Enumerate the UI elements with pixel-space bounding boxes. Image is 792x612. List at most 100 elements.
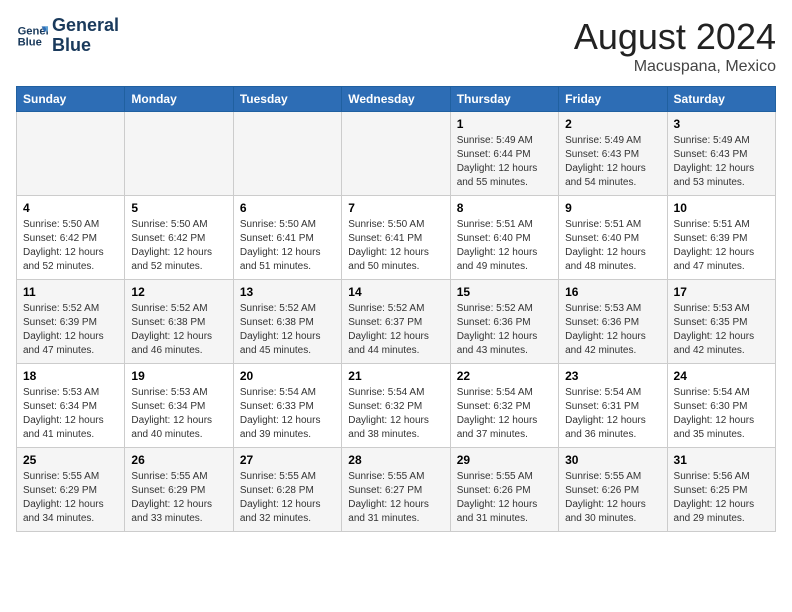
day-info: Sunrise: 5:53 AMSunset: 6:36 PMDaylight:… — [565, 302, 660, 358]
logo: General Blue General Blue — [16, 16, 119, 56]
calendar-cell: 4 Sunrise: 5:50 AMSunset: 6:42 PMDaylight… — [17, 196, 125, 280]
calendar-cell: 13 Sunrise: 5:52 AMSunset: 6:38 PMDayligh… — [233, 280, 341, 364]
day-number: 8 — [457, 201, 552, 215]
calendar-cell: 9 Sunrise: 5:51 AMSunset: 6:40 PMDaylight… — [559, 196, 667, 280]
day-number: 12 — [131, 285, 226, 299]
calendar-cell — [125, 112, 233, 196]
day-number: 30 — [565, 453, 660, 467]
calendar-cell: 31 Sunrise: 5:56 AMSunset: 6:25 PMDayligh… — [667, 448, 775, 532]
calendar-cell: 14Sunrise: 5:52 AMSunset: 6:37 PMDayligh… — [342, 280, 450, 364]
subtitle: Macuspana, Mexico — [574, 58, 776, 76]
day-info: Sunrise: 5:50 AMSunset: 6:41 PMDaylight:… — [348, 218, 443, 274]
calendar-cell: 20 Sunrise: 5:54 AMSunset: 6:33 PMDayligh… — [233, 364, 341, 448]
day-number: 18 — [23, 369, 118, 383]
calendar-cell: 27Sunrise: 5:55 AMSunset: 6:28 PMDayligh… — [233, 448, 341, 532]
day-info: Sunrise: 5:50 AMSunset: 6:42 PMDaylight:… — [131, 218, 226, 274]
day-number: 26 — [131, 453, 226, 467]
calendar-cell: 21Sunrise: 5:54 AMSunset: 6:32 PMDayligh… — [342, 364, 450, 448]
day-number: 19 — [131, 369, 226, 383]
main-title: August 2024 — [574, 16, 776, 58]
day-number: 13 — [240, 285, 335, 299]
day-header-monday: Monday — [125, 87, 233, 112]
calendar-cell: 15Sunrise: 5:52 AMSunset: 6:36 PMDayligh… — [450, 280, 558, 364]
calendar-cell: 29 Sunrise: 5:55 AMSunset: 6:26 PMDayligh… — [450, 448, 558, 532]
day-info: Sunrise: 5:55 AMSunset: 6:26 PMDaylight:… — [457, 470, 552, 526]
day-info: Sunrise: 5:52 AMSunset: 6:38 PMDaylight:… — [240, 302, 335, 358]
calendar-table: SundayMondayTuesdayWednesdayThursdayFrid… — [16, 86, 776, 532]
day-number: 9 — [565, 201, 660, 215]
calendar-cell — [17, 112, 125, 196]
day-info: Sunrise: 5:55 AMSunset: 6:29 PMDaylight:… — [23, 470, 118, 526]
day-number: 7 — [348, 201, 443, 215]
logo-icon: General Blue — [16, 20, 48, 52]
day-info: Sunrise: 5:50 AMSunset: 6:42 PMDaylight:… — [23, 218, 118, 274]
calendar-cell: 25Sunrise: 5:55 AMSunset: 6:29 PMDayligh… — [17, 448, 125, 532]
day-number: 28 — [348, 453, 443, 467]
title-area: August 2024 Macuspana, Mexico — [574, 16, 776, 76]
calendar-week-row: 4 Sunrise: 5:50 AMSunset: 6:42 PMDaylight… — [17, 196, 776, 280]
day-info: Sunrise: 5:51 AMSunset: 6:40 PMDaylight:… — [565, 218, 660, 274]
calendar-week-row: 18 Sunrise: 5:53 AMSunset: 6:34 PMDayligh… — [17, 364, 776, 448]
day-number: 20 — [240, 369, 335, 383]
calendar-cell: 3 Sunrise: 5:49 AMSunset: 6:43 PMDaylight… — [667, 112, 775, 196]
day-number: 17 — [674, 285, 769, 299]
calendar-week-row: 1 Sunrise: 5:49 AMSunset: 6:44 PMDaylight… — [17, 112, 776, 196]
calendar-cell: 26Sunrise: 5:55 AMSunset: 6:29 PMDayligh… — [125, 448, 233, 532]
calendar-cell: 24 Sunrise: 5:54 AMSunset: 6:30 PMDayligh… — [667, 364, 775, 448]
calendar-cell: 22 Sunrise: 5:54 AMSunset: 6:32 PMDayligh… — [450, 364, 558, 448]
day-header-sunday: Sunday — [17, 87, 125, 112]
day-info: Sunrise: 5:53 AMSunset: 6:34 PMDaylight:… — [131, 386, 226, 442]
calendar-cell: 19 Sunrise: 5:53 AMSunset: 6:34 PMDayligh… — [125, 364, 233, 448]
header: General Blue General Blue August 2024 Ma… — [16, 16, 776, 76]
day-info: Sunrise: 5:50 AMSunset: 6:41 PMDaylight:… — [240, 218, 335, 274]
calendar-cell: 8Sunrise: 5:51 AMSunset: 6:40 PMDaylight… — [450, 196, 558, 280]
day-info: Sunrise: 5:54 AMSunset: 6:32 PMDaylight:… — [348, 386, 443, 442]
calendar-cell: 10Sunrise: 5:51 AMSunset: 6:39 PMDayligh… — [667, 196, 775, 280]
calendar-cell: 30 Sunrise: 5:55 AMSunset: 6:26 PMDayligh… — [559, 448, 667, 532]
day-info: Sunrise: 5:54 AMSunset: 6:30 PMDaylight:… — [674, 386, 769, 442]
day-info: Sunrise: 5:54 AMSunset: 6:32 PMDaylight:… — [457, 386, 552, 442]
day-info: Sunrise: 5:49 AMSunset: 6:43 PMDaylight:… — [565, 134, 660, 190]
calendar-cell: 18 Sunrise: 5:53 AMSunset: 6:34 PMDayligh… — [17, 364, 125, 448]
day-number: 5 — [131, 201, 226, 215]
day-info: Sunrise: 5:54 AMSunset: 6:33 PMDaylight:… — [240, 386, 335, 442]
day-info: Sunrise: 5:53 AMSunset: 6:34 PMDaylight:… — [23, 386, 118, 442]
calendar-body: 1 Sunrise: 5:49 AMSunset: 6:44 PMDaylight… — [17, 112, 776, 532]
day-number: 3 — [674, 117, 769, 131]
calendar-cell: 12 Sunrise: 5:52 AMSunset: 6:38 PMDayligh… — [125, 280, 233, 364]
day-header-wednesday: Wednesday — [342, 87, 450, 112]
day-number: 11 — [23, 285, 118, 299]
day-number: 6 — [240, 201, 335, 215]
day-number: 1 — [457, 117, 552, 131]
day-info: Sunrise: 5:52 AMSunset: 6:36 PMDaylight:… — [457, 302, 552, 358]
day-header-friday: Friday — [559, 87, 667, 112]
day-info: Sunrise: 5:53 AMSunset: 6:35 PMDaylight:… — [674, 302, 769, 358]
svg-text:Blue: Blue — [18, 36, 42, 48]
day-info: Sunrise: 5:49 AMSunset: 6:44 PMDaylight:… — [457, 134, 552, 190]
calendar-cell: 5 Sunrise: 5:50 AMSunset: 6:42 PMDaylight… — [125, 196, 233, 280]
day-info: Sunrise: 5:52 AMSunset: 6:38 PMDaylight:… — [131, 302, 226, 358]
day-number: 29 — [457, 453, 552, 467]
day-info: Sunrise: 5:55 AMSunset: 6:26 PMDaylight:… — [565, 470, 660, 526]
calendar-week-row: 11 Sunrise: 5:52 AMSunset: 6:39 PMDayligh… — [17, 280, 776, 364]
day-number: 4 — [23, 201, 118, 215]
day-number: 31 — [674, 453, 769, 467]
day-info: Sunrise: 5:56 AMSunset: 6:25 PMDaylight:… — [674, 470, 769, 526]
calendar-cell: 28 Sunrise: 5:55 AMSunset: 6:27 PMDayligh… — [342, 448, 450, 532]
calendar-cell: 16Sunrise: 5:53 AMSunset: 6:36 PMDayligh… — [559, 280, 667, 364]
calendar-cell: 2 Sunrise: 5:49 AMSunset: 6:43 PMDaylight… — [559, 112, 667, 196]
calendar-header-row: SundayMondayTuesdayWednesdayThursdayFrid… — [17, 87, 776, 112]
calendar-cell: 17 Sunrise: 5:53 AMSunset: 6:35 PMDayligh… — [667, 280, 775, 364]
logo-text: General Blue — [52, 16, 119, 56]
day-header-tuesday: Tuesday — [233, 87, 341, 112]
calendar-cell: 7 Sunrise: 5:50 AMSunset: 6:41 PMDaylight… — [342, 196, 450, 280]
calendar-cell — [342, 112, 450, 196]
day-number: 22 — [457, 369, 552, 383]
day-info: Sunrise: 5:52 AMSunset: 6:37 PMDaylight:… — [348, 302, 443, 358]
day-info: Sunrise: 5:52 AMSunset: 6:39 PMDaylight:… — [23, 302, 118, 358]
day-info: Sunrise: 5:49 AMSunset: 6:43 PMDaylight:… — [674, 134, 769, 190]
day-header-saturday: Saturday — [667, 87, 775, 112]
day-number: 24 — [674, 369, 769, 383]
day-info: Sunrise: 5:55 AMSunset: 6:27 PMDaylight:… — [348, 470, 443, 526]
day-number: 2 — [565, 117, 660, 131]
